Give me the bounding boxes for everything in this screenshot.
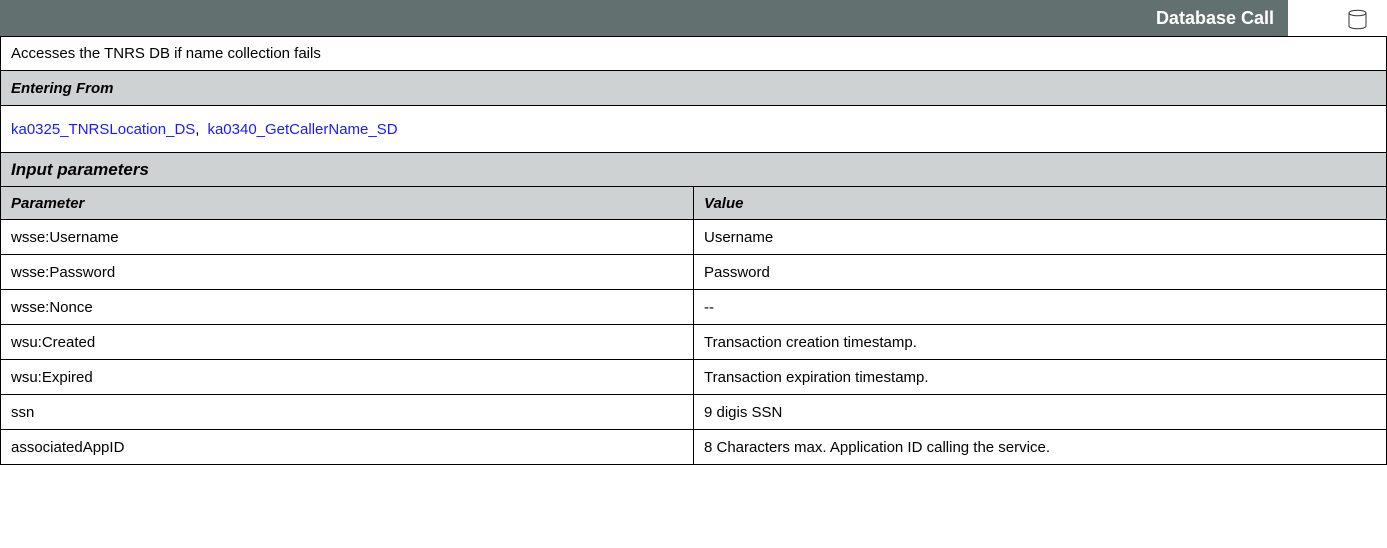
header-icon-box — [1288, 0, 1387, 36]
parameter-cell: wsse:Username — [11, 228, 119, 246]
value-cell-container: -- — [693, 290, 714, 324]
parameter-cell: associatedAppID — [11, 438, 125, 456]
value-cell-container: Password — [693, 255, 770, 289]
parameter-cell: wsse:Nonce — [11, 298, 93, 316]
header-bar: Database Call — [0, 0, 1387, 36]
table-row: ssn 9 digis SSN — [0, 395, 1387, 430]
database-icon — [1348, 9, 1367, 30]
table-row: wsse:Password Password — [0, 255, 1387, 290]
value-cell: Username — [704, 228, 774, 246]
parameters-column-headers: Parameter Value — [0, 187, 1387, 220]
value-cell-container: 8 Characters max. Application ID calling… — [693, 430, 1050, 464]
parameter-cell: wsu:Expired — [11, 368, 93, 386]
value-cell-container: Transaction expiration timestamp. — [693, 360, 929, 394]
value-cell-container: Transaction creation timestamp. — [693, 325, 917, 359]
value-cell-container: Username — [693, 220, 773, 254]
value-cell: -- — [704, 298, 714, 316]
value-cell-container: 9 digis SSN — [693, 395, 782, 429]
table-row: wsu:Expired Transaction expiration times… — [0, 360, 1387, 395]
value-cell: Password — [704, 263, 770, 281]
value-column-cell: Value — [693, 187, 743, 219]
database-call-page: Database Call Accesses the TNRS DB if na… — [0, 0, 1387, 548]
entering-from-label: Entering From — [11, 79, 114, 97]
entering-from-links-row: ka0325_TNRSLocation_DS , ka0340_GetCalle… — [0, 106, 1387, 153]
table-row: associatedAppID 8 Characters max. Applic… — [0, 430, 1387, 465]
value-column-header: Value — [704, 194, 744, 212]
description-text: Accesses the TNRS DB if name collection … — [11, 45, 321, 62]
parameter-cell: wsu:Created — [11, 333, 96, 351]
description-row: Accesses the TNRS DB if name collection … — [0, 36, 1387, 71]
table-row: wsu:Created Transaction creation timesta… — [0, 325, 1387, 360]
value-cell: Transaction creation timestamp. — [704, 333, 917, 351]
link-separator: , — [195, 120, 200, 138]
table-row: wsse:Username Username — [0, 220, 1387, 255]
input-parameters-header: Input parameters — [0, 153, 1387, 187]
parameter-cell: ssn — [11, 403, 35, 421]
value-cell: 9 digis SSN — [704, 403, 783, 421]
parameter-column-header: Parameter — [11, 194, 85, 212]
table-row: wsse:Nonce -- — [0, 290, 1387, 325]
input-parameters-label: Input parameters — [11, 159, 149, 179]
entering-from-link-1[interactable]: ka0325_TNRSLocation_DS — [11, 121, 195, 138]
value-cell: Transaction expiration timestamp. — [704, 368, 929, 386]
page-title: Database Call — [1155, 8, 1274, 28]
entering-from-link-2[interactable]: ka0340_GetCallerName_SD — [207, 121, 397, 138]
value-cell: 8 Characters max. Application ID calling… — [704, 438, 1050, 456]
entering-from-header: Entering From — [0, 71, 1387, 106]
parameter-cell: wsse:Password — [11, 263, 116, 281]
entering-from-links: ka0325_TNRSLocation_DS , ka0340_GetCalle… — [11, 106, 398, 152]
